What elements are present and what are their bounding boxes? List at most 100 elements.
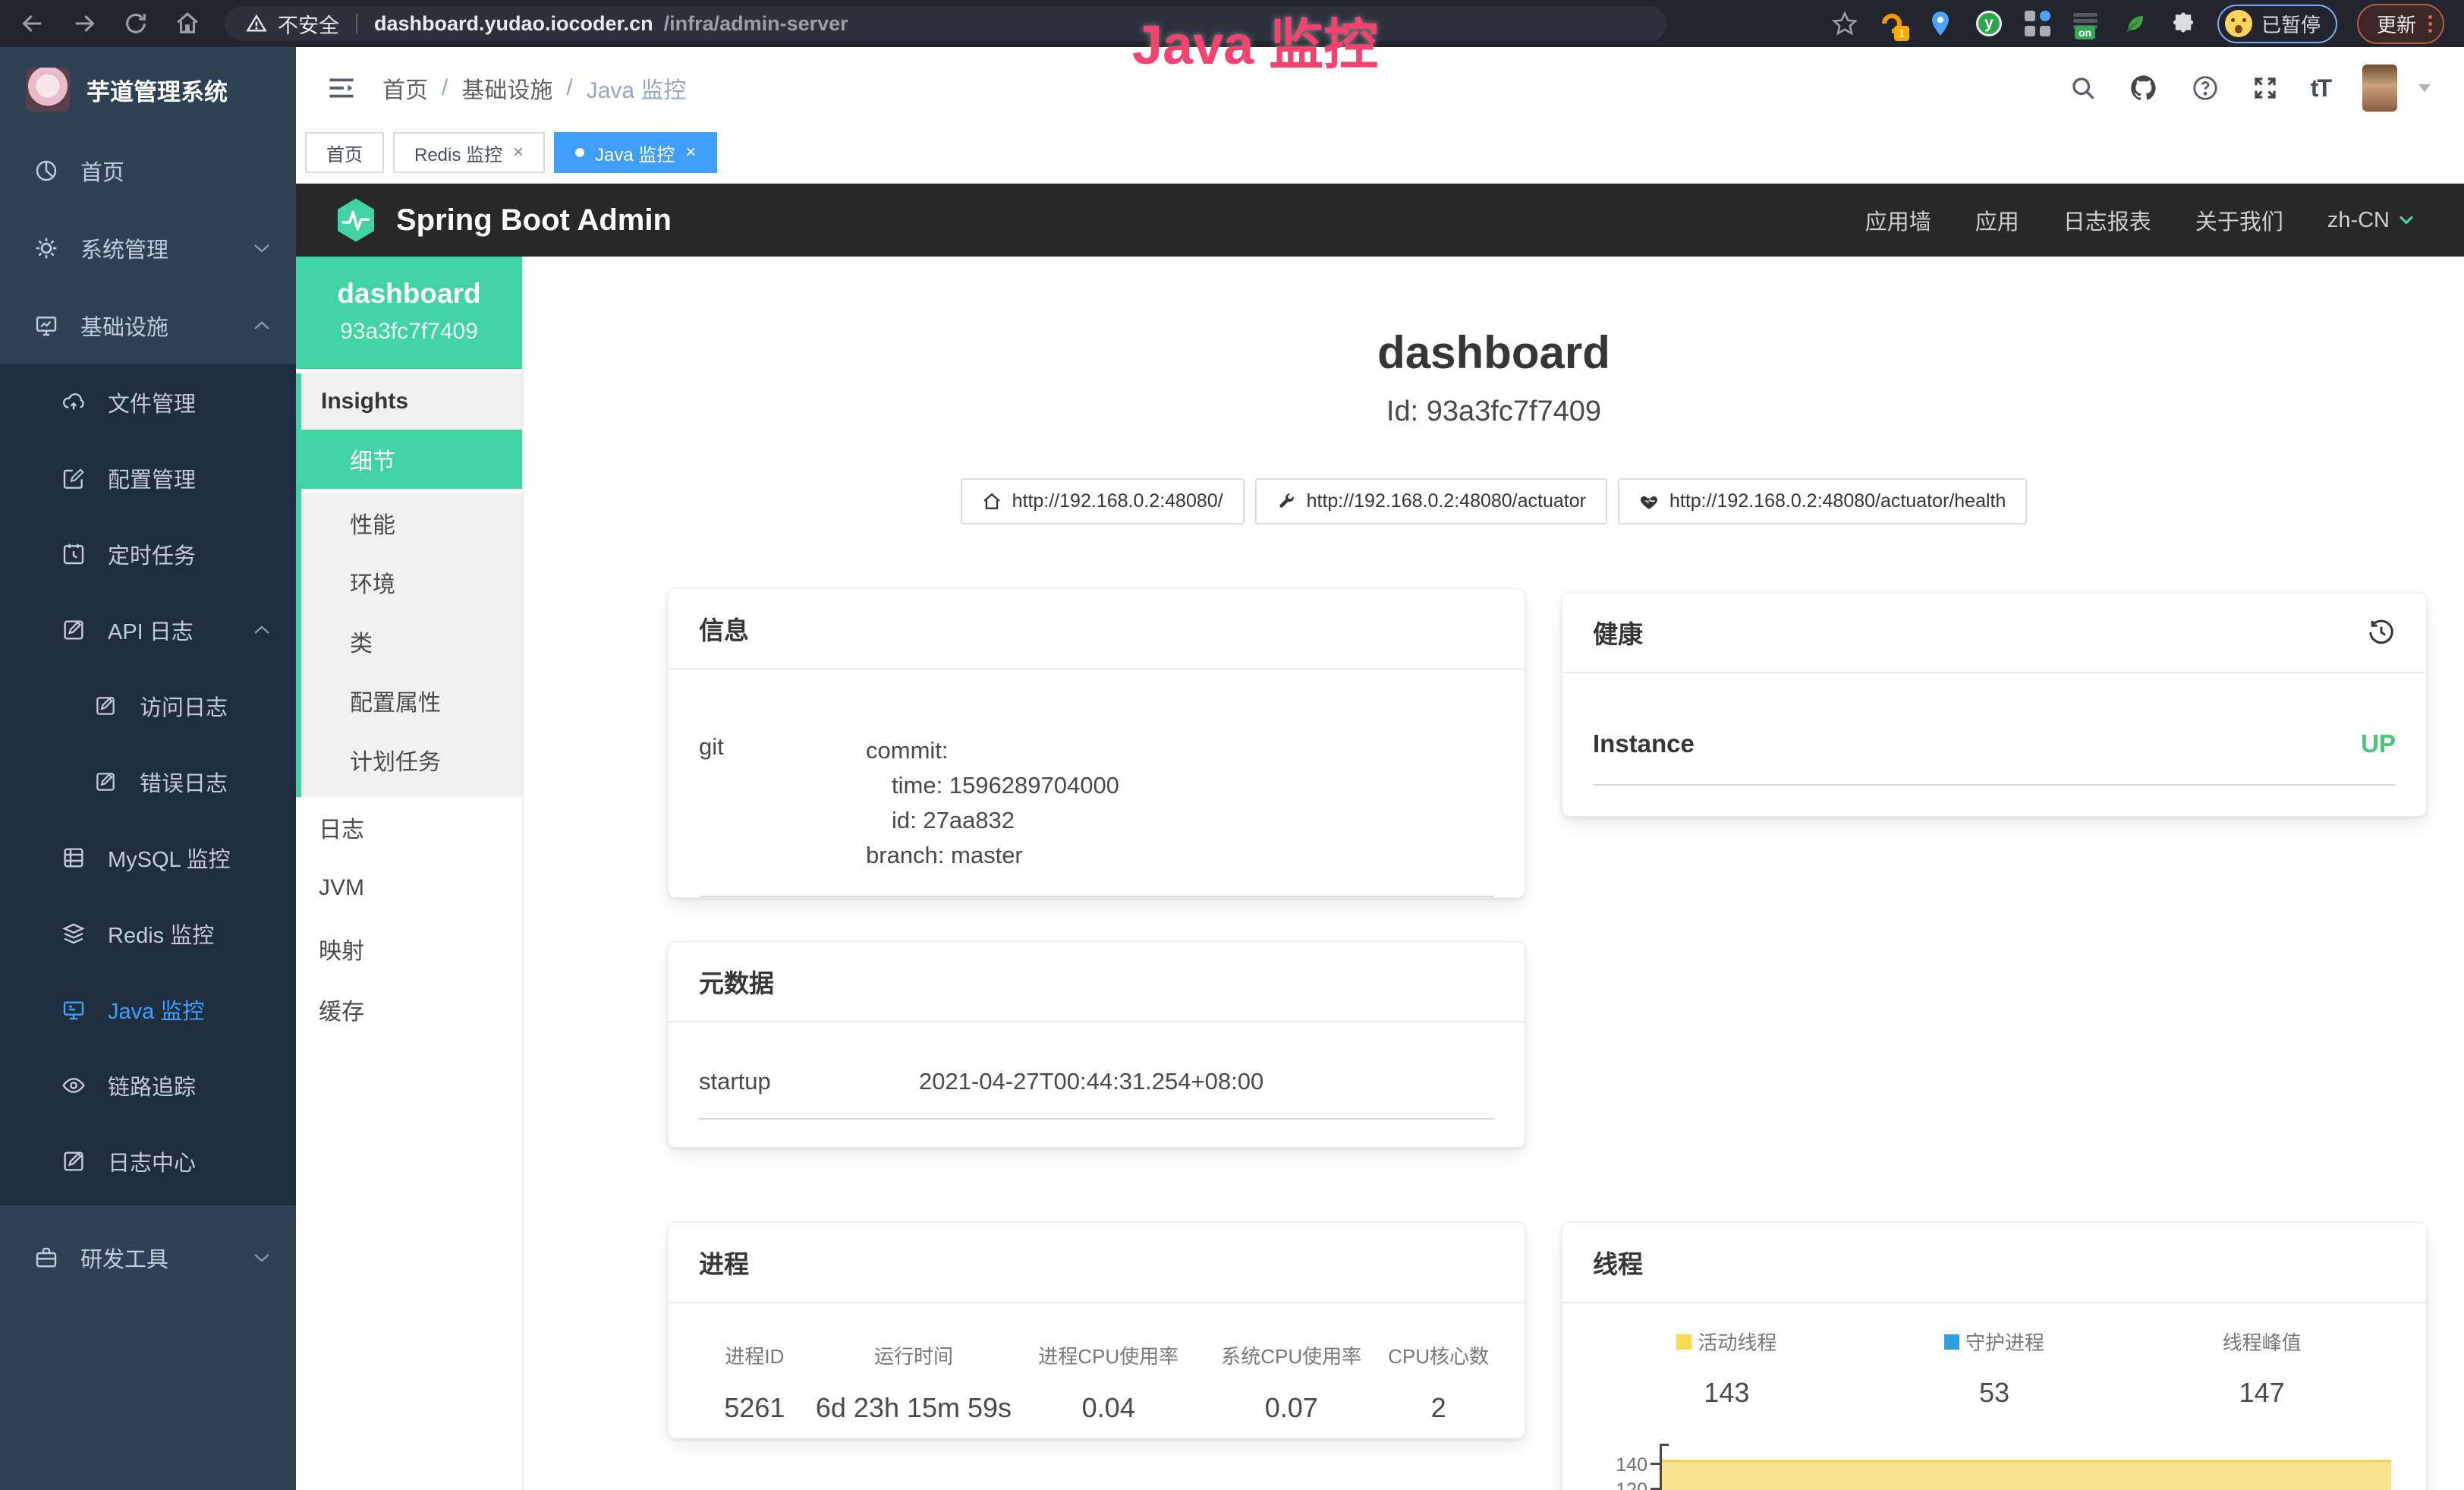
info-git-row: git commit: time: 1596289704000 id: 27aa…: [699, 733, 1494, 897]
chevron-down-icon: [253, 1252, 270, 1263]
app-logo-row[interactable]: 芋道管理系统: [0, 47, 296, 132]
forward-icon[interactable]: [71, 11, 97, 36]
health-url-button[interactable]: http://192.168.0.2:48080/actuator/health: [1618, 478, 2027, 524]
home-icon: [982, 492, 1002, 512]
breadcrumb-home[interactable]: 首页: [382, 71, 428, 105]
card-health: 健康 Instance UP: [1562, 592, 2427, 817]
sba-menu-logs[interactable]: 日志: [296, 797, 522, 858]
health-instance-label: Instance: [1593, 729, 1695, 758]
extension-colorzilla-icon[interactable]: 1: [1877, 9, 1906, 38]
threads-legend: 活动线程 143 守护进程 53 线程峰值 14: [1593, 1325, 2396, 1409]
extensions-puzzle-icon[interactable]: [2169, 9, 2198, 38]
close-icon[interactable]: ×: [513, 142, 524, 163]
instance-name: dashboard: [296, 278, 522, 310]
github-icon[interactable]: [2129, 73, 2159, 103]
sba-menu-classes[interactable]: 类: [301, 612, 522, 671]
update-label: 更新: [2377, 10, 2416, 38]
sidebar-item-config[interactable]: 配置管理: [0, 440, 296, 516]
avatar[interactable]: [2362, 65, 2397, 112]
sba-nav-wallboard[interactable]: 应用墙: [1865, 204, 1931, 236]
log-edit-icon: [93, 695, 118, 717]
log-edit-icon: [93, 770, 118, 793]
extension-pin-icon[interactable]: [1926, 9, 1955, 38]
address-bar[interactable]: 不安全 dashboard.yudao.iocoder.cn/infra/adm…: [225, 6, 1666, 41]
tab-home[interactable]: 首页: [305, 132, 384, 173]
service-url-button[interactable]: http://192.168.0.2:48080/: [961, 478, 1245, 524]
card-health-title: 健康: [1593, 614, 1643, 650]
back-icon[interactable]: [20, 11, 46, 36]
fullscreen-icon[interactable]: [2252, 74, 2279, 102]
app-topbar: 首页 / 基础设施 / Java 监控 tT: [296, 47, 2464, 129]
wrench-icon: [1276, 492, 1296, 512]
sidebar-item-devtools[interactable]: 研发工具: [0, 1219, 296, 1296]
close-icon[interactable]: ×: [685, 142, 696, 163]
card-threads: 线程 活动线程 143 守护进程 53: [1562, 1222, 2427, 1490]
sba-menu-scheduled-tasks[interactable]: 计划任务: [301, 730, 522, 789]
extension-switch-on-icon[interactable]: on: [2072, 9, 2101, 38]
emoji-face-icon: [2225, 10, 2252, 37]
profile-paused-pill[interactable]: 已暂停: [2217, 5, 2337, 43]
actuator-url-button[interactable]: http://192.168.0.2:48080/actuator: [1255, 478, 1607, 524]
instance-id: 93a3fc7f7409: [296, 319, 522, 345]
chrome-update-button[interactable]: 更新: [2357, 4, 2444, 44]
edit-square-icon: [61, 466, 87, 490]
health-instance-row: Instance UP: [1593, 707, 2396, 786]
instance-id-subtitle: Id: 93a3fc7f7409: [524, 395, 2464, 428]
tab-java-monitor[interactable]: Java 监控 ×: [554, 132, 717, 173]
database-icon: [61, 846, 87, 870]
sba-brand[interactable]: Spring Boot Admin: [335, 197, 672, 243]
home-icon[interactable]: [175, 11, 200, 36]
browser-menu-icon[interactable]: [2428, 15, 2432, 33]
sidebar-item-trace[interactable]: 链路追踪: [0, 1047, 296, 1123]
sidebar-item-access-log[interactable]: 访问日志: [0, 668, 296, 744]
sidebar-item-mysql[interactable]: MySQL 监控: [0, 820, 296, 896]
sidebar-item-log-center[interactable]: 日志中心: [0, 1123, 296, 1199]
card-threads-title: 线程: [1562, 1223, 2426, 1303]
reload-icon[interactable]: [123, 11, 149, 36]
breadcrumb-infra[interactable]: 基础设施: [461, 71, 552, 105]
process-table: 进程ID5261 运行时间6d 23h 15m 59s 进程CPU使用率0.04…: [699, 1331, 1494, 1424]
sidebar-item-java-monitor[interactable]: Java 监控: [0, 972, 296, 1047]
sba-menu-environment[interactable]: 环境: [301, 553, 522, 612]
sba-menu-metrics[interactable]: 性能: [301, 493, 522, 553]
sba-nav-about[interactable]: 关于我们: [2195, 204, 2283, 236]
sba-menu-mappings[interactable]: 映射: [296, 918, 522, 979]
sba-logo-icon: [335, 197, 376, 243]
daemon-threads-value: 53: [1861, 1377, 2129, 1409]
help-icon[interactable]: [2191, 74, 2220, 102]
sidebar-item-file[interactable]: 文件管理: [0, 364, 296, 440]
log-edit-icon: [61, 618, 87, 642]
sidebar-item-system[interactable]: 系统管理: [0, 209, 296, 287]
sba-menu-config-props[interactable]: 配置属性: [301, 671, 522, 730]
sba-language-select[interactable]: zh-CN: [2327, 208, 2414, 233]
sba-main: dashboard Id: 93a3fc7f7409 http://192.16…: [524, 257, 2464, 1490]
extension-leaf-icon[interactable]: [2120, 9, 2149, 38]
extension-grid-icon[interactable]: [2023, 9, 2052, 38]
sidebar-item-home[interactable]: 首页: [0, 132, 296, 209]
card-metadata-title: 元数据: [669, 942, 1525, 1022]
sba-nav-journal[interactable]: 日志报表: [2063, 204, 2151, 236]
tab-redis-monitor[interactable]: Redis 监控 ×: [393, 132, 545, 173]
gear-icon: [33, 236, 59, 260]
avatar-caret-icon[interactable]: [2418, 84, 2431, 92]
app-sidebar: 芋道管理系统 首页 系统管理 基础设施 文件管理: [0, 47, 296, 1490]
history-icon[interactable]: [2367, 618, 2396, 647]
sba-menu-jvm[interactable]: JVM: [296, 858, 522, 918]
tag-tabs: 首页 Redis 监控 × Java 监控 ×: [296, 129, 2464, 184]
sba-instance-block[interactable]: dashboard 93a3fc7f7409: [296, 257, 522, 369]
search-icon[interactable]: [2069, 74, 2097, 102]
bookmark-star-icon[interactable]: [1832, 11, 1858, 36]
sidebar-item-redis[interactable]: Redis 监控: [0, 896, 296, 972]
card-info: 信息 git commit: time: 1596289704000 id: 2…: [668, 588, 1525, 898]
hamburger-icon[interactable]: [326, 75, 357, 101]
sba-nav-applications[interactable]: 应用: [1975, 204, 2019, 236]
sidebar-item-api-log[interactable]: API 日志: [0, 592, 296, 668]
sidebar-item-error-log[interactable]: 错误日志: [0, 744, 296, 820]
screen: 不安全 dashboard.yudao.iocoder.cn/infra/adm…: [0, 0, 2464, 1490]
sidebar-item-infra[interactable]: 基础设施: [0, 287, 296, 364]
sba-menu-caches[interactable]: 缓存: [296, 979, 522, 1040]
font-size-icon[interactable]: tT: [2311, 74, 2330, 102]
sidebar-item-job[interactable]: 定时任务: [0, 516, 296, 592]
extension-y-icon[interactable]: y: [1975, 9, 2003, 38]
sba-menu-details[interactable]: 细节: [301, 430, 522, 489]
